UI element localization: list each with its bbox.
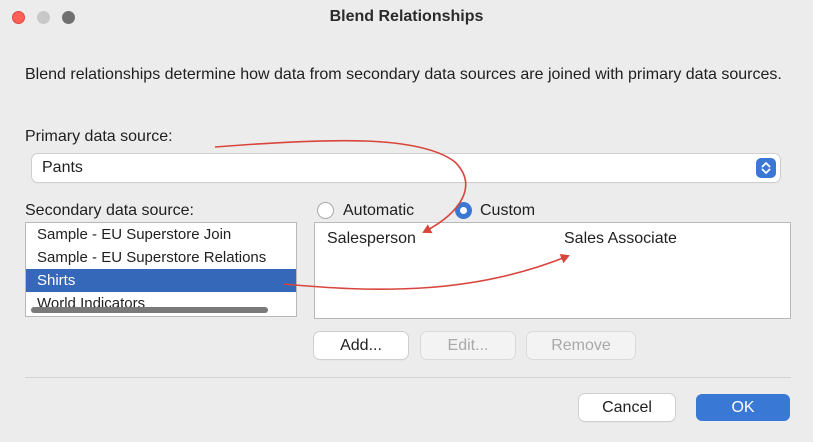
chevron-up-down-icon[interactable] <box>756 158 776 178</box>
list-item-selected[interactable]: Shirts <box>26 269 296 292</box>
list-item[interactable]: Sample - EU Superstore Relations <box>26 246 296 269</box>
edit-button[interactable]: Edit... <box>421 332 515 359</box>
automatic-radio-label[interactable]: Automatic <box>343 202 414 220</box>
remove-button[interactable]: Remove <box>527 332 635 359</box>
custom-radio[interactable] <box>455 202 472 219</box>
secondary-source-list[interactable]: Sample - EU Superstore Join Sample - EU … <box>25 222 297 317</box>
list-item[interactable]: Sample - EU Superstore Join <box>26 223 296 246</box>
cancel-button[interactable]: Cancel <box>579 394 675 421</box>
primary-source-dropdown[interactable]: Pants <box>32 154 780 182</box>
mapping-secondary-field[interactable]: Sales Associate <box>564 230 677 248</box>
window-title: Blend Relationships <box>329 8 484 25</box>
mapping-primary-field[interactable]: Salesperson <box>327 230 416 248</box>
primary-source-value: Pants <box>42 159 83 176</box>
primary-source-label: Primary data source: <box>25 128 173 145</box>
horizontal-scrollbar[interactable] <box>31 307 268 313</box>
title-bar: Blend Relationships <box>0 0 813 36</box>
dialog-description: Blend relationships determine how data f… <box>25 66 782 83</box>
divider <box>25 377 791 378</box>
add-button[interactable]: Add... <box>314 332 408 359</box>
ok-button[interactable]: OK <box>696 394 790 421</box>
secondary-source-label: Secondary data source: <box>25 202 194 219</box>
automatic-radio[interactable] <box>317 202 334 219</box>
field-mapping-list[interactable]: Salesperson Sales Associate <box>314 222 791 319</box>
custom-radio-label[interactable]: Custom <box>480 202 535 220</box>
